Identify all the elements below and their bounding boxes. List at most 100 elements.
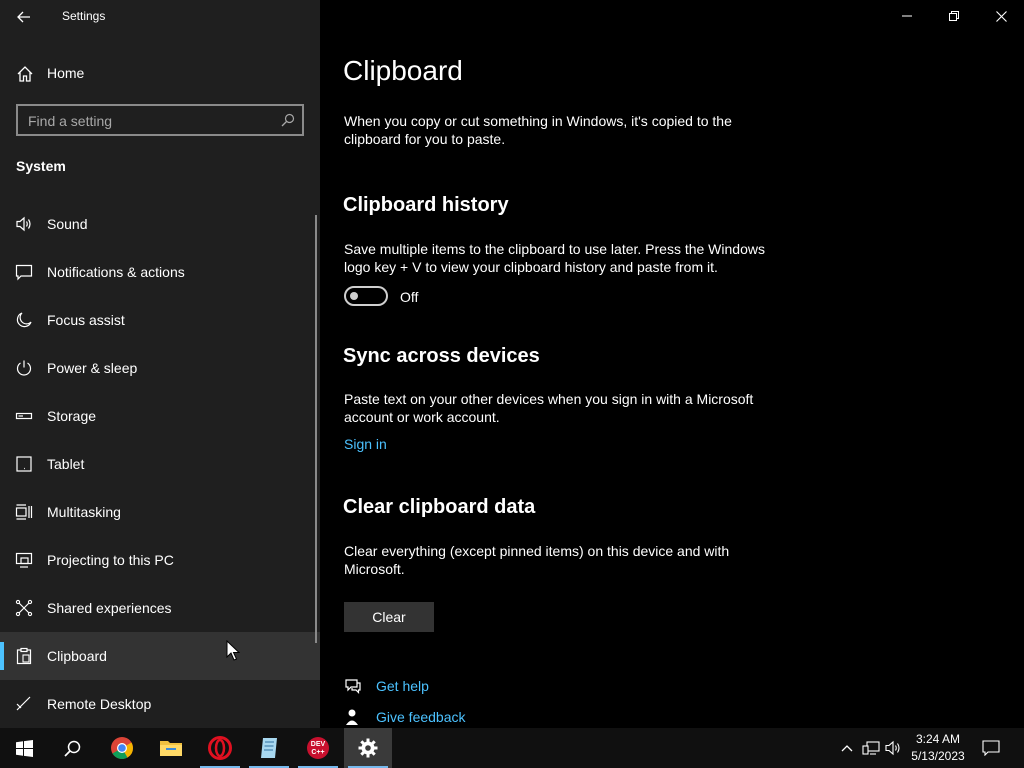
windows-logo-icon [15, 739, 33, 757]
sidebar: Settings Home System Sound Notifications… [0, 0, 320, 728]
app-title: Settings [62, 9, 106, 23]
shared-experiences-icon [15, 599, 33, 617]
notification-icon [982, 740, 1000, 756]
clear-button[interactable]: Clear [344, 602, 434, 632]
projecting-icon [15, 552, 33, 568]
main-content: Clipboard When you copy or cut something… [226, 0, 1024, 728]
folder-icon [160, 741, 182, 756]
minimize-icon [902, 15, 912, 17]
sidebar-item-label: Power & sleep [47, 360, 138, 376]
toggle-state-label: Off [400, 289, 419, 305]
volume-icon [885, 740, 900, 756]
taskbar-dev-cpp[interactable]: DEV C++ [294, 728, 342, 768]
sidebar-item-home[interactable]: Home [0, 56, 320, 90]
settings-window: Settings Home System Sound Notifications… [0, 0, 1024, 728]
sidebar-item-label: Sound [47, 216, 88, 232]
sidebar-item-focus-assist[interactable]: Focus assist [0, 296, 320, 344]
sidebar-item-sound[interactable]: Sound [0, 200, 320, 248]
toggle-knob [350, 292, 358, 300]
clipboard-history-toggle[interactable] [344, 286, 388, 306]
taskbar: DEV C++ 3:24 AM 5/13/2023 [0, 728, 1024, 768]
taskbar-chrome[interactable] [98, 728, 146, 768]
sidebar-item-projecting[interactable]: Projecting to this PC [0, 536, 320, 584]
network-button[interactable] [861, 738, 881, 758]
sidebar-item-remote-desktop[interactable]: Remote Desktop [0, 680, 320, 728]
selection-indicator [0, 642, 4, 670]
sidebar-item-label: Storage [47, 408, 97, 424]
sidebar-scrollbar[interactable] [315, 215, 317, 643]
sidebar-item-label: Tablet [47, 456, 85, 472]
notification-icon [15, 264, 33, 281]
sidebar-item-label: Shared experiences [47, 600, 172, 616]
sidebar-item-label: Focus assist [47, 312, 125, 328]
home-icon [17, 66, 33, 82]
dev-cpp-label: DEV C++ [310, 741, 326, 756]
taskbar-file-explorer[interactable] [147, 728, 195, 768]
close-button[interactable] [978, 0, 1024, 32]
tablet-icon [16, 456, 32, 472]
taskbar-search-button[interactable] [48, 728, 96, 768]
mouse-cursor-icon [226, 640, 240, 661]
minimize-button[interactable] [884, 0, 930, 32]
sync-heading: Sync across devices [343, 345, 540, 367]
clock-time: 3:24 AM [915, 732, 961, 746]
give-feedback-link[interactable]: Give feedback [376, 709, 466, 725]
back-button[interactable] [10, 5, 38, 29]
intro-text: When you copy or cut something in Window… [344, 113, 732, 147]
sidebar-item-power-sleep[interactable]: Power & sleep [0, 344, 320, 392]
remote-desktop-icon [16, 696, 31, 711]
search-input[interactable] [28, 111, 278, 131]
sidebar-item-label: Notifications & actions [47, 264, 185, 280]
chevron-up-icon [841, 745, 853, 752]
clipboard-history-heading: Clipboard history [343, 194, 509, 216]
sidebar-item-storage[interactable]: Storage [0, 392, 320, 440]
sidebar-item-label: Remote Desktop [47, 696, 152, 712]
taskbar-opera[interactable] [196, 728, 244, 768]
sidebar-item-label: Clipboard [47, 648, 107, 664]
clear-data-description: Clear everything (except pinned items) o… [344, 543, 730, 577]
moon-icon [16, 312, 32, 328]
taskbar-notepad[interactable] [245, 728, 293, 768]
sidebar-nav: Sound Notifications & actions Focus assi… [0, 200, 320, 728]
sign-in-link[interactable]: Sign in [344, 436, 387, 452]
taskbar-settings[interactable] [344, 728, 392, 768]
notepad-icon [261, 738, 277, 758]
sidebar-item-clipboard[interactable]: Clipboard [0, 632, 320, 680]
restore-icon [949, 11, 959, 21]
give-feedback-icon [346, 709, 358, 725]
power-icon [16, 360, 32, 376]
clock-date: 5/13/2023 [911, 749, 965, 763]
back-arrow-icon [17, 11, 30, 23]
get-help-link[interactable]: Get help [376, 678, 429, 694]
search-icon[interactable] [281, 113, 295, 127]
search-icon [63, 740, 80, 757]
sidebar-item-label: Multitasking [47, 504, 121, 520]
volume-button[interactable] [884, 738, 904, 758]
sidebar-item-multitasking[interactable]: Multitasking [0, 488, 320, 536]
search-box[interactable] [16, 104, 304, 136]
clock[interactable]: 3:24 AM 5/13/2023 [908, 731, 968, 765]
sidebar-item-notifications[interactable]: Notifications & actions [0, 248, 320, 296]
section-title: System [16, 158, 66, 174]
clipboard-icon [16, 647, 32, 665]
sidebar-item-shared-experiences[interactable]: Shared experiences [0, 584, 320, 632]
speaker-icon [16, 216, 31, 232]
multitasking-icon [15, 504, 33, 520]
storage-icon [15, 412, 33, 420]
close-icon [995, 10, 1007, 22]
restore-button[interactable] [931, 0, 977, 32]
opera-icon [208, 736, 232, 760]
title-bar: Settings [0, 0, 320, 34]
show-hidden-icons-button[interactable] [837, 738, 857, 758]
clipboard-history-description: Save multiple items to the clipboard to … [344, 241, 765, 275]
sidebar-item-label: Projecting to this PC [47, 552, 174, 568]
action-center-button[interactable] [981, 738, 1001, 758]
clear-data-heading: Clear clipboard data [343, 496, 536, 518]
page-title: Clipboard [343, 55, 463, 86]
network-icon [862, 741, 880, 755]
sidebar-item-tablet[interactable]: Tablet [0, 440, 320, 488]
start-button[interactable] [0, 728, 48, 768]
sync-description: Paste text on your other devices when yo… [344, 391, 754, 425]
get-help-icon [345, 679, 361, 694]
gear-icon [358, 738, 378, 758]
